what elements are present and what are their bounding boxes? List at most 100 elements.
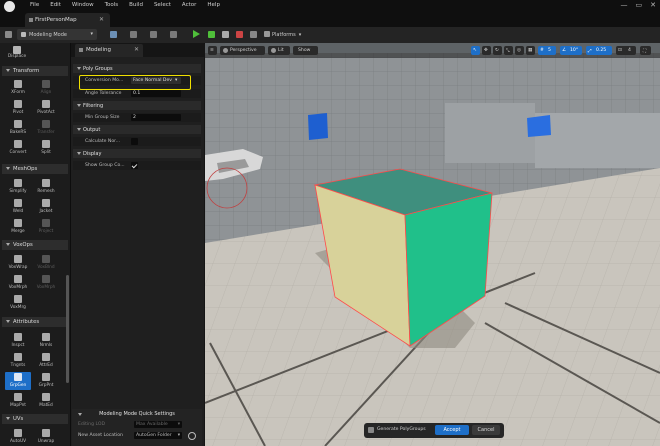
eject-icon[interactable] [250,31,257,38]
camera-speed-button[interactable]: ⊡ 4 [616,46,636,55]
section-meshops[interactable]: MeshOps [2,164,68,174]
surface-snap-icon[interactable]: ▦ [526,46,535,55]
stop-icon[interactable] [236,31,243,38]
select-mode-icon[interactable]: ↖ [471,46,480,55]
mode-dropdown[interactable]: Modeling Mode ▾ [17,29,97,40]
level-tab-close-icon[interactable]: ✕ [99,16,104,23]
section-uvs[interactable]: UVs [2,414,68,424]
level-viewport[interactable]: ≡ Perspective Lit Show ↖ ✥ ↻ ⤡ ◎ ▦ #5 ∠ 1… [205,43,660,446]
tool-label: VoxMrph [8,285,28,290]
tool-nrmls[interactable]: Nrmls [33,332,59,350]
viewport-scene[interactable] [205,43,660,446]
tool-unwrap[interactable]: Unwrap [33,428,59,446]
tool-voxmrg[interactable]: VoxMrg [5,294,31,312]
section-voxops[interactable]: VoxOps [2,240,68,250]
tool-pivotact[interactable]: PivotAct [33,99,59,117]
tool-inspct[interactable]: Inspct [5,332,31,350]
maximize-button[interactable]: ▭ [636,1,643,9]
perspective-button[interactable]: Perspective [220,46,265,55]
tool-jacket[interactable]: Jacket [33,198,59,216]
tool-simplify[interactable]: Simplify [5,178,31,196]
add-content-icon[interactable] [110,31,117,38]
calculate-normals-checkbox[interactable] [131,138,138,145]
tool-autouv[interactable]: AutoUV [5,428,31,446]
close-window-button[interactable]: ✕ [650,1,656,9]
grid-snap-button[interactable]: #5 [538,46,556,55]
tool-displace[interactable]: Displace [4,46,30,64]
tool-grpgen[interactable]: GrpGen [5,372,31,390]
play-icon[interactable] [193,30,200,38]
world-icon[interactable]: ◎ [515,46,524,55]
quick-settings-title[interactable]: Modeling Mode Quick Settings [72,411,202,417]
tool-pivot[interactable]: Pivot [5,99,31,117]
scale-icon[interactable]: ⤡ [504,46,513,55]
show-group-colors-checkbox[interactable] [131,162,138,169]
tool-merge[interactable]: Merge [5,218,31,236]
maximize-viewport-icon[interactable]: ⛶ [640,46,651,55]
menu-edit[interactable]: Edit [50,2,61,8]
pause-icon[interactable] [222,31,229,38]
tool-weld[interactable]: Weld [5,198,31,216]
tool-voxblnd[interactable]: VoxBlnd [33,254,59,272]
tool-attred[interactable]: AttrEd [33,352,59,370]
minimize-button[interactable]: — [621,1,628,9]
blueprint-icon[interactable] [150,31,157,38]
scale-snap-button[interactable]: ⤢ 0.25 [586,46,612,55]
tool-grppnt[interactable]: GrpPnt [33,372,59,390]
editing-lod-dropdown[interactable]: Max Available ▾ [134,421,182,428]
tool-transfer[interactable]: Transfer [33,119,59,137]
lit-button[interactable]: Lit [268,46,290,55]
viewport-menu-button[interactable]: ≡ [208,46,217,55]
save-icon[interactable] [5,31,12,38]
tangents-icon [14,353,22,361]
display-section[interactable]: Display [73,149,201,158]
tool-convert[interactable]: Convert [5,139,31,157]
create-icon[interactable] [130,31,137,38]
tool-mappnt[interactable]: MapPnt [5,392,31,410]
menu-select[interactable]: Select [154,2,171,8]
cinematics-icon[interactable] [170,31,177,38]
cancel-button[interactable]: Cancel [472,425,500,435]
material-editor-icon [42,393,50,401]
rotation-snap-button[interactable]: ∠ 10° [560,46,582,55]
rotate-icon[interactable]: ↻ [493,46,502,55]
menu-actor[interactable]: Actor [182,2,196,8]
tool-project[interactable]: Project [33,218,59,236]
tool-remesh[interactable]: Remesh [33,178,59,196]
modeling-tab-close-icon[interactable]: ✕ [134,46,139,53]
platforms-dropdown[interactable]: Platforms ▾ [262,29,312,40]
palette-scrollbar[interactable] [66,275,69,383]
show-button[interactable]: Show [293,46,318,55]
menu-build[interactable]: Build [129,2,143,8]
new-asset-location-dropdown[interactable]: AutoGen Folder ▾ [134,432,182,439]
accept-button[interactable]: Accept [435,425,469,435]
gear-icon[interactable] [188,432,196,440]
section-transform[interactable]: Transform [2,66,68,76]
tool-voxmrph-2[interactable]: VoxMrph [33,274,59,292]
tool-voxmrph[interactable]: VoxMrph [5,274,31,292]
tool-bakers[interactable]: BakeRS [5,119,31,137]
filtering-section[interactable]: Filtering [73,101,201,110]
tool-voxwrap[interactable]: VoxWrap [5,254,31,272]
tool-mated[interactable]: MatEd [33,392,59,410]
translate-icon[interactable]: ✥ [482,46,491,55]
tool-xform[interactable]: XForm [5,79,31,97]
tool-split[interactable]: Split [33,139,59,157]
tool-align[interactable]: Align [33,79,59,97]
output-section[interactable]: Output [73,125,201,134]
unreal-logo-icon[interactable] [4,1,15,12]
normals-icon [42,333,50,341]
section-attributes[interactable]: Attributes [2,317,68,327]
polygroups-section[interactable]: Poly Groups [73,64,201,73]
menu-help[interactable]: Help [207,2,220,8]
min-group-size-input[interactable]: 2 [131,114,181,121]
menu-tools[interactable]: Tools [105,2,119,8]
level-tab[interactable]: FirstPersonMap ✕ [25,13,110,27]
angle-tolerance-input[interactable]: 0.1 [131,90,181,97]
menu-file[interactable]: File [30,2,39,8]
modeling-tab[interactable]: Modeling [75,44,143,57]
menu-window[interactable]: Window [72,2,94,8]
tool-label: MapPnt [10,403,26,408]
play-options-icon[interactable] [208,31,215,38]
tool-tngnts[interactable]: Tngnts [5,352,31,370]
